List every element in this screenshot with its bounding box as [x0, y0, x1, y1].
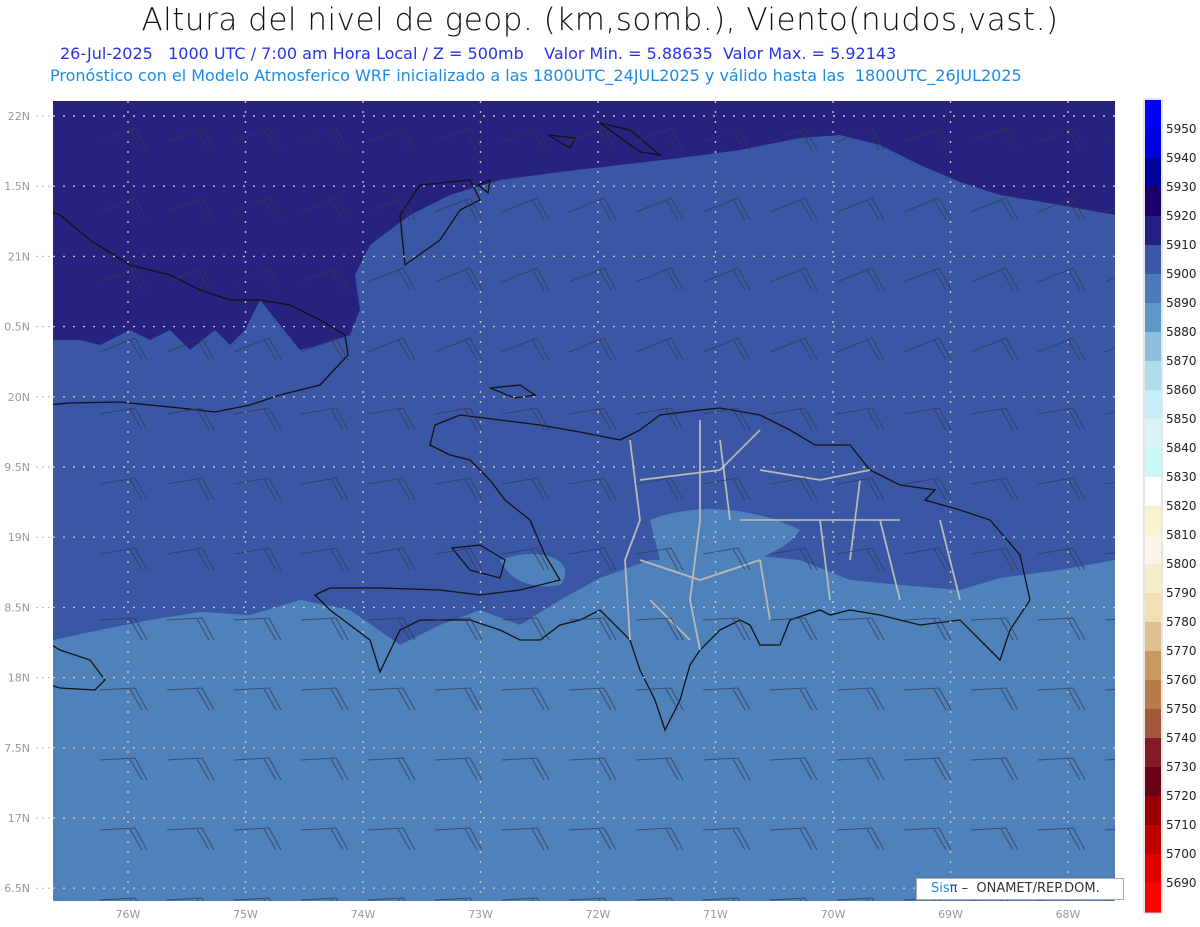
lat-label: 0.5N	[4, 321, 30, 334]
colorbar-swatch	[1145, 709, 1161, 739]
colorbar-label: 5720	[1166, 789, 1197, 803]
colorbar-swatch	[1145, 796, 1161, 826]
colorbar-swatch	[1145, 477, 1161, 507]
colorbar-label: 5800	[1166, 557, 1197, 571]
colorbar-swatch	[1145, 535, 1161, 565]
lat-label: 22N	[8, 110, 30, 123]
lat-label: 7.5N	[4, 742, 30, 755]
colorbar-label: 5730	[1166, 760, 1197, 774]
colorbar-label: 5910	[1166, 238, 1197, 252]
colorbar: 5950 5940 5930 5920 5910 5900 5890 5880 5870 5860…	[1143, 98, 1197, 914]
lat-label: 21N	[8, 250, 30, 263]
colorbar-label: 5840	[1166, 441, 1197, 455]
weather-map: 22N 1.5N 21N 0.5N 20N 9.5N 19N 8.5N 18N 7.5N 17N 6.…	[4, 98, 1197, 921]
lon-label: 75W	[233, 908, 258, 921]
lon-label: 76W	[116, 908, 141, 921]
colorbar-label: 5890	[1166, 296, 1197, 310]
colorbar-swatch	[1145, 622, 1161, 652]
colorbar-label: 5930	[1166, 180, 1197, 194]
lat-label: 8.5N	[4, 601, 30, 614]
colorbar-label: 5810	[1166, 528, 1197, 542]
colorbar-swatch	[1145, 332, 1161, 362]
colorbar-swatch	[1145, 361, 1161, 391]
colorbar-label: 5760	[1166, 673, 1197, 687]
colorbar-label: 5950	[1166, 122, 1197, 136]
subtitle-model-info: Pronóstico con el Modelo Atmosferico WRF…	[50, 66, 1022, 85]
colorbar-swatch	[1145, 245, 1161, 275]
colorbar-swatch	[1145, 100, 1161, 130]
colorbar-label: 5690	[1166, 876, 1197, 890]
colorbar-swatch	[1145, 274, 1161, 304]
colorbar-label: 5850	[1166, 412, 1197, 426]
wind-barb	[635, 897, 674, 901]
colorbar-label: 5790	[1166, 586, 1197, 600]
wind-barb	[970, 897, 1009, 901]
colorbar-swatch	[1145, 825, 1161, 855]
colorbar-label: 5860	[1166, 383, 1197, 397]
colorbar-swatch	[1145, 593, 1161, 623]
colorbar-label: 5900	[1166, 267, 1197, 281]
lat-label: 19N	[8, 531, 30, 544]
lon-label: 70W	[821, 908, 846, 921]
lat-label: 18N	[8, 672, 30, 685]
colorbar-swatch	[1145, 767, 1161, 797]
lat-label: 9.5N	[4, 461, 30, 474]
colorbar-label: 5700	[1166, 847, 1197, 861]
colorbar-swatch	[1145, 506, 1161, 536]
colorbar-swatch	[1145, 738, 1161, 768]
colorbar-swatch	[1145, 651, 1161, 681]
colorbar-label: 5830	[1166, 470, 1197, 484]
colorbar-label: 5710	[1166, 818, 1197, 832]
lon-label: 72W	[586, 908, 611, 921]
colorbar-label: 5870	[1166, 354, 1197, 368]
colorbar-label: 5880	[1166, 325, 1197, 339]
colorbar-label: 5820	[1166, 499, 1197, 513]
lon-label: 74W	[351, 908, 376, 921]
lat-label: 1.5N	[4, 180, 30, 193]
wind-barb	[1104, 898, 1115, 901]
colorbar-label: 5770	[1166, 644, 1197, 658]
logo-sis: Sis	[931, 881, 950, 896]
colorbar-swatch	[1145, 419, 1161, 449]
colorbar-label: 5920	[1166, 209, 1197, 223]
lon-label: 69W	[938, 908, 963, 921]
lat-label: 20N	[8, 391, 30, 404]
wind-barb	[166, 897, 205, 901]
colorbar-label: 5940	[1166, 151, 1197, 165]
colorbar-label: 5780	[1166, 615, 1197, 629]
lon-label: 68W	[1056, 908, 1081, 921]
colorbar-swatch	[1145, 303, 1161, 333]
colorbar-label: 5750	[1166, 702, 1197, 716]
colorbar-swatch	[1145, 883, 1161, 913]
colorbar-swatch	[1145, 390, 1161, 420]
agency-logo: Sisπ – ONAMET/REP.DOM.	[916, 878, 1124, 900]
wind-barb	[769, 897, 808, 901]
colorbar-swatch	[1145, 158, 1161, 188]
wind-barb	[300, 897, 339, 901]
lat-label: 6.5N	[4, 882, 30, 895]
colorbar-swatch	[1145, 216, 1161, 246]
chart-title: Altura del nivel de geop. (km,somb.), Vi…	[141, 2, 1059, 38]
lon-label: 73W	[468, 908, 493, 921]
colorbar-swatch	[1145, 680, 1161, 710]
logo-text: – ONAMET/REP.DOM.	[957, 881, 1100, 896]
colorbar-swatch	[1145, 564, 1161, 594]
lat-label: 17N	[8, 812, 30, 825]
wind-barb	[501, 897, 540, 901]
colorbar-swatch	[1145, 448, 1161, 478]
lon-label: 71W	[703, 908, 728, 921]
colorbar-swatch	[1145, 854, 1161, 884]
colorbar-swatch	[1145, 187, 1161, 217]
colorbar-swatch	[1145, 129, 1161, 159]
subtitle-date-values: 26-Jul-2025 1000 UTC / 7:00 am Hora Loca…	[60, 44, 897, 63]
colorbar-label: 5740	[1166, 731, 1197, 745]
